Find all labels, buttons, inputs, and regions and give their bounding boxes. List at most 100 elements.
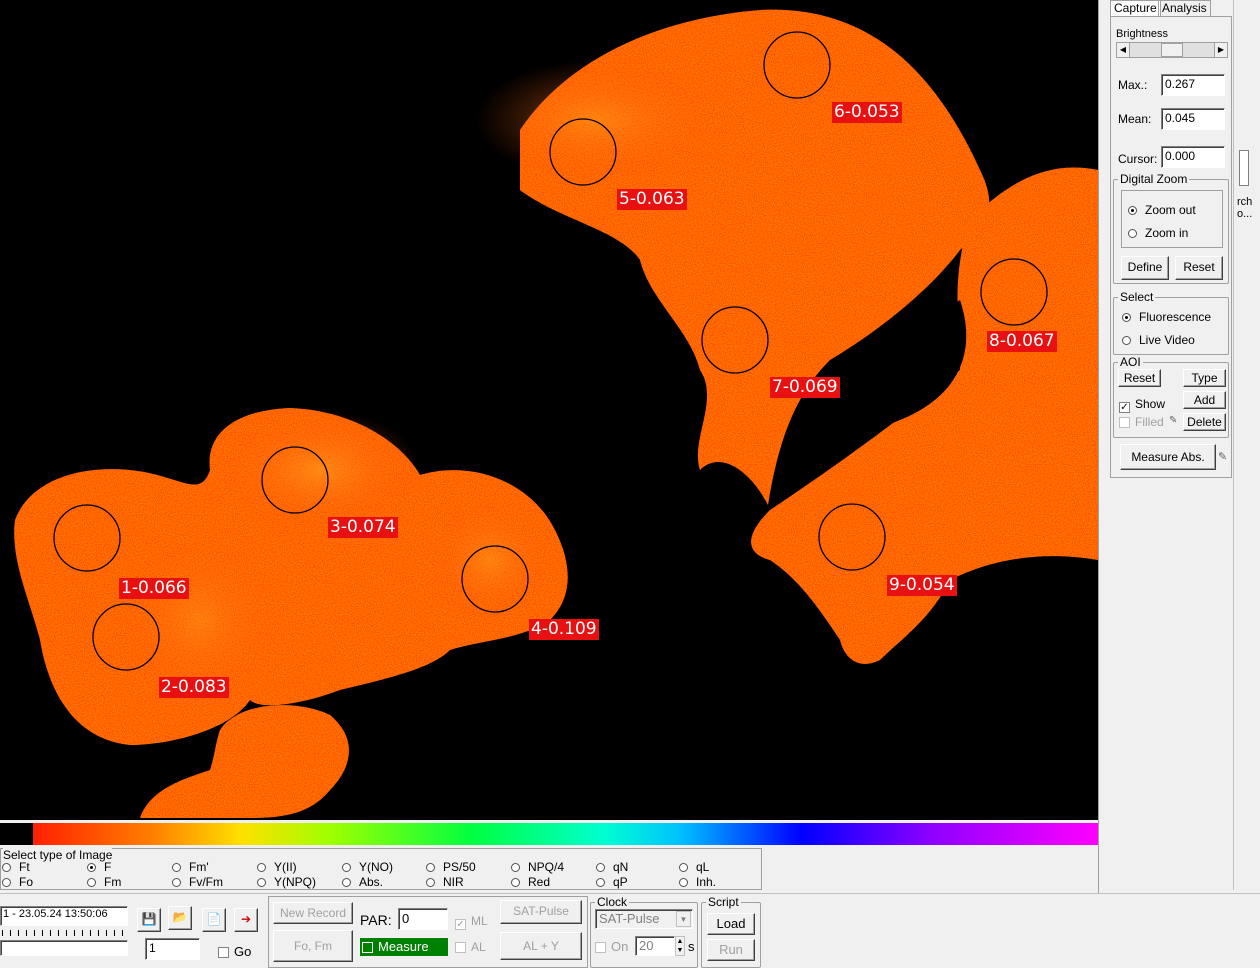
image-type-radio[interactable]: Fm' (172, 860, 209, 874)
max-label: Max.: (1118, 78, 1148, 92)
zoom-in-label: Zoom in (1145, 226, 1189, 240)
aoi-delete-button[interactable]: Delete (1183, 413, 1226, 431)
spinner-icon[interactable]: ▲ ▼ (675, 936, 685, 956)
image-type-label: Fo (19, 875, 34, 889)
max-field: 0.267 (1161, 74, 1225, 96)
brightness-thumb[interactable] (1161, 43, 1183, 57)
image-type-radio[interactable]: Y(NO) (342, 860, 393, 874)
image-type-radio[interactable]: Fv/Fm (172, 875, 223, 889)
cursor-field: 0.000 (1161, 146, 1225, 168)
image-type-radio[interactable]: qP (596, 875, 628, 889)
brightness-label: Brightness (1116, 28, 1168, 40)
aoi-label-3: 3-0.074 (328, 517, 398, 538)
image-type-radio[interactable]: qL (679, 860, 709, 874)
color-scale-bar (0, 823, 1098, 845)
image-type-radio[interactable]: NPQ/4 (511, 860, 564, 874)
go-label: Go (234, 944, 252, 959)
zoom-out-radio[interactable]: Zoom out (1128, 203, 1196, 217)
aoi-label-5: 5-0.063 (617, 189, 687, 210)
filled-checkbox[interactable]: Filled (1119, 415, 1164, 429)
aoi-group: AOI Reset Type ✓ Show Add Filled ✎ Delete (1113, 355, 1229, 438)
brightness-slider[interactable]: ◀ ▶ (1116, 42, 1228, 58)
image-type-label: Ft (19, 860, 30, 874)
image-type-radio[interactable]: Fo (2, 875, 33, 889)
radio-icon (172, 878, 181, 887)
ml-checkbox[interactable]: ✓ ML (455, 914, 488, 930)
interval-field[interactable]: 20 (635, 936, 675, 956)
bottom-toolbar: 1 - 23.05.24 13:50:06 💾 📂 📄 ➔ 1 Go New R… (0, 893, 1260, 968)
image-type-radio[interactable]: Ft (2, 860, 30, 874)
radio-icon (679, 863, 688, 872)
record-number-field[interactable]: 1 (145, 938, 200, 960)
panel-splitter[interactable] (1098, 0, 1108, 968)
tab-analysis[interactable]: Analysis (1158, 0, 1211, 16)
aoi-reset-button[interactable]: Reset (1118, 369, 1161, 387)
chevron-down-icon[interactable]: ▼ (676, 911, 691, 927)
al-checkbox[interactable]: AL (455, 940, 486, 954)
image-type-radio[interactable]: Fm (87, 875, 121, 889)
zoom-reset-button[interactable]: Reset (1175, 256, 1223, 280)
sat-pulse-button[interactable]: SAT-Pulse (500, 900, 582, 924)
image-type-radio[interactable]: NIR (426, 875, 464, 889)
live-video-label: Live Video (1139, 333, 1195, 347)
tab-capture[interactable]: Capture (1110, 0, 1161, 16)
fluorescence-image-viewer[interactable]: 1-0.066 2-0.083 3-0.074 4-0.109 5-0.063 … (0, 0, 1098, 820)
radio-selected-icon (87, 863, 96, 872)
image-type-radio[interactable]: Inh. (679, 875, 716, 889)
record-slider[interactable] (0, 940, 128, 956)
show-label: Show (1135, 397, 1166, 411)
clock-select[interactable]: SAT-Pulse ▼ (595, 909, 693, 929)
image-type-radio[interactable]: Y(II) (257, 860, 297, 874)
scroll-left-icon[interactable]: ◀ (1117, 43, 1130, 57)
scroll-right-icon[interactable]: ▶ (1214, 43, 1227, 57)
fo-fm-button[interactable]: Fo, Fm (273, 930, 353, 962)
al-y-button[interactable]: AL + Y (500, 932, 582, 960)
pen-icon[interactable]: ✎ (1169, 415, 1177, 426)
checkbox-icon (218, 947, 229, 958)
fluorescence-radio[interactable]: Fluorescence (1122, 310, 1211, 324)
fluorescence-label: Fluorescence (1139, 310, 1212, 324)
save-icon[interactable]: 💾 (137, 908, 161, 932)
script-load-button[interactable]: Load (707, 913, 755, 935)
aoi-type-button[interactable]: Type (1183, 369, 1226, 387)
image-type-radio[interactable]: F (87, 860, 111, 874)
checkbox-checked-icon: ✓ (455, 919, 466, 930)
image-type-radio[interactable]: Y(NPQ) (257, 875, 316, 889)
document-icon[interactable]: 📄 (202, 908, 226, 932)
show-checkbox[interactable]: ✓ Show (1119, 397, 1165, 413)
live-video-radio[interactable]: Live Video (1122, 333, 1195, 347)
aoi-label-8: 8-0.067 (987, 331, 1057, 352)
cursor-label: Cursor: (1118, 152, 1158, 166)
script-title: Script (706, 895, 741, 909)
measure-toggle[interactable]: Measure (360, 938, 448, 956)
image-type-radio[interactable]: Red (511, 875, 550, 889)
par-field[interactable]: 0 (398, 908, 448, 930)
new-record-button[interactable]: New Record (273, 902, 353, 924)
radio-icon (679, 878, 688, 887)
export-icon[interactable]: ➔ (234, 908, 258, 932)
checkbox-icon (362, 942, 373, 953)
right-overflow-strip: rch o... (1233, 0, 1260, 890)
radio-icon (426, 878, 435, 887)
zoom-in-radio[interactable]: Zoom in (1128, 226, 1188, 240)
open-folder-icon[interactable]: 📂 (168, 906, 192, 930)
radio-icon (2, 878, 11, 887)
pen-icon[interactable]: ✎ (1218, 450, 1227, 463)
image-type-label: qL (696, 860, 710, 874)
on-checkbox[interactable]: On (595, 939, 628, 954)
radio-selected-icon (1128, 206, 1137, 215)
go-checkbox[interactable]: Go (218, 944, 251, 959)
measure-abs-button[interactable]: Measure Abs. (1120, 444, 1216, 470)
define-button[interactable]: Define (1121, 256, 1169, 280)
image-type-label: qN (613, 860, 629, 874)
image-type-label: qP (613, 875, 628, 889)
radio-icon (511, 878, 520, 887)
record-field[interactable]: 1 - 23.05.24 13:50:06 (0, 906, 128, 926)
aoi-add-button[interactable]: Add (1183, 391, 1226, 409)
image-type-radio[interactable]: PS/50 (426, 860, 476, 874)
image-type-radio[interactable]: qN (596, 860, 628, 874)
image-type-label: NIR (443, 875, 464, 889)
image-type-radio[interactable]: Abs. (342, 875, 383, 889)
script-run-button[interactable]: Run (707, 939, 755, 961)
filled-label: Filled (1135, 415, 1164, 429)
